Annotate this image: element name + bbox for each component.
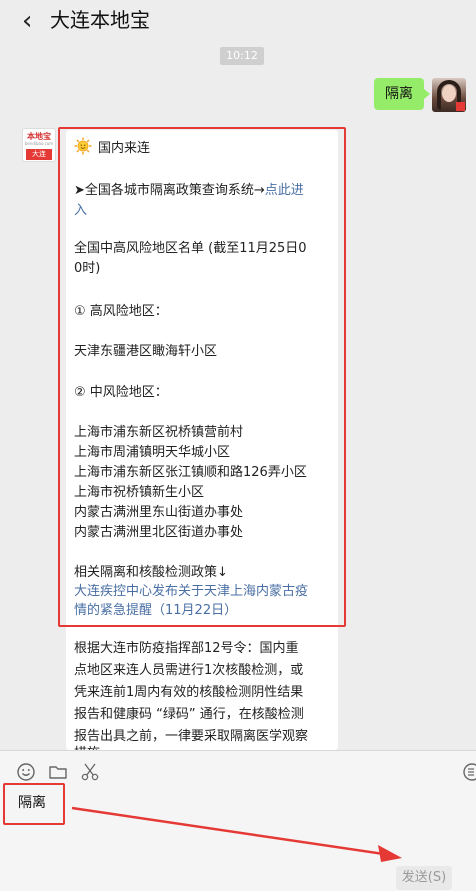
send-button[interactable]: 发送(S) [396,866,452,890]
annotation-arrow-icon [71,806,402,862]
